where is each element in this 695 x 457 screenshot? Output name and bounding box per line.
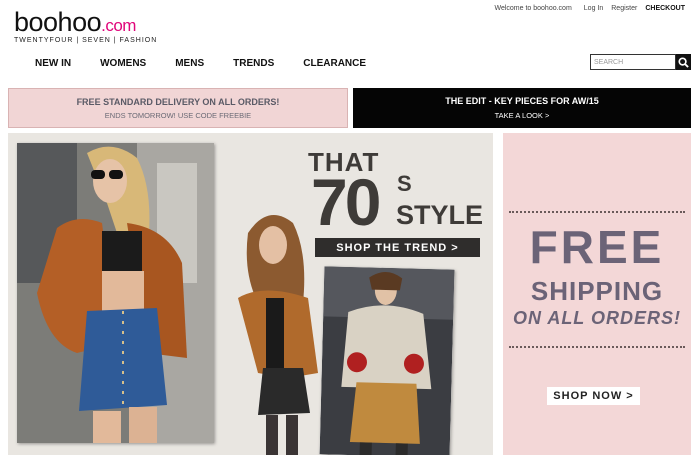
- all-orders-subheading: ON ALL ORDERS!: [512, 308, 681, 328]
- free-shipping-banner[interactable]: FREE SHIPPING ON ALL ORDERS! SHOP NOW >: [503, 133, 691, 455]
- nav-item-new-in[interactable]: NEW IN: [35, 58, 71, 69]
- dotted-divider-bottom: [509, 346, 685, 348]
- nav-item-mens[interactable]: MENS: [175, 58, 204, 69]
- logo-domain-text: .com: [101, 16, 136, 35]
- logo-brand-text: boohoo: [14, 7, 102, 37]
- login-link[interactable]: Log In: [584, 5, 603, 12]
- the-edit-title: THE EDIT - KEY PIECES FOR AW/15: [445, 96, 599, 106]
- dotted-divider-top: [509, 211, 685, 213]
- nav-item-trends[interactable]: TRENDS: [233, 58, 274, 69]
- hero-heading-70: 70: [311, 165, 381, 239]
- free-shipping-heading: FREE: [529, 221, 665, 273]
- boohoo-logo[interactable]: boohoo.com: [14, 7, 136, 41]
- free-delivery-title: FREE STANDARD DELIVERY ON ALL ORDERS!: [76, 97, 280, 107]
- nav-item-clearance[interactable]: CLEARANCE: [303, 58, 366, 69]
- the-edit-promo[interactable]: THE EDIT - KEY PIECES FOR AW/15 TAKE A L…: [353, 88, 691, 128]
- shop-now-button[interactable]: SHOP NOW >: [547, 387, 640, 405]
- hero-heading-s: S: [397, 171, 412, 196]
- hero-photo-model-suede-jacket: [17, 143, 214, 443]
- free-delivery-subtitle: ENDS TOMORROW! USE CODE FREEBIE: [104, 111, 252, 120]
- seventies-style-hero-banner[interactable]: THAT 70 S STYLE SHOP THE TREND >: [8, 133, 493, 455]
- shipping-heading: SHIPPING: [530, 276, 664, 306]
- register-link[interactable]: Register: [611, 5, 637, 12]
- logo-tagline: TWENTYFOUR | SEVEN | FASHION: [14, 37, 158, 44]
- nav-item-womens[interactable]: WOMENS: [100, 58, 146, 69]
- search-button[interactable]: [676, 54, 691, 70]
- search-icon: [678, 56, 689, 68]
- account-links: Welcome to boohoo.com Log In Register CH…: [494, 5, 685, 12]
- hero-photo-model-shearling-coat: [319, 266, 455, 455]
- search-box: [590, 54, 691, 70]
- main-nav: NEW IN WOMENS MENS TRENDS CLEARANCE: [35, 58, 366, 69]
- welcome-text: Welcome to boohoo.com: [494, 5, 572, 12]
- hero-heading-style: STYLE: [396, 200, 484, 230]
- the-edit-link[interactable]: TAKE A LOOK >: [353, 111, 691, 120]
- checkout-link[interactable]: CHECKOUT: [645, 5, 685, 12]
- search-input[interactable]: [590, 54, 676, 70]
- free-delivery-promo[interactable]: FREE STANDARD DELIVERY ON ALL ORDERS! EN…: [8, 88, 348, 128]
- shop-the-trend-button[interactable]: SHOP THE TREND >: [315, 238, 480, 257]
